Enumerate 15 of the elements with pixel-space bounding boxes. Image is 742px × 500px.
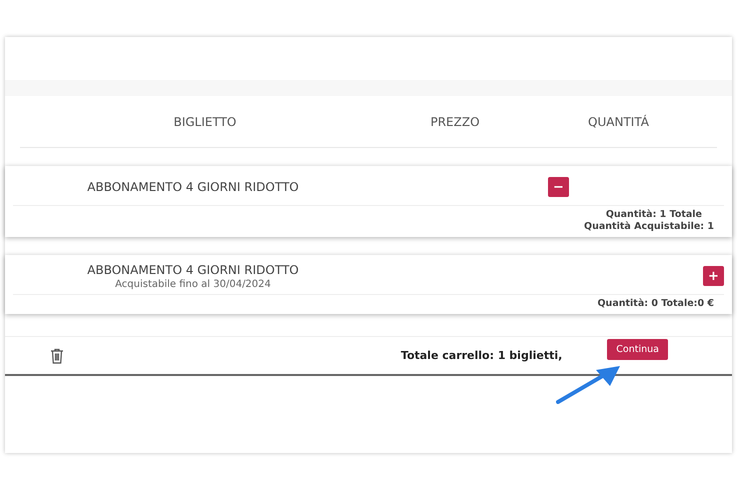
column-header: BIGLIETTO [172, 114, 238, 128]
ticket-name: ABBONAMENTO 4 GIORNI RIDOTTO [87, 262, 299, 276]
remove-button[interactable]: − [548, 177, 569, 197]
cart-total: Totale carrello: 1 biglietti, [400, 349, 562, 362]
column-header: QUANTITÁ [587, 114, 650, 128]
column-header: PREZZO [429, 114, 481, 128]
annotation-arrow [556, 364, 622, 404]
quantity-summary: Quantità: 0 Totale:0 € [597, 298, 714, 309]
availability-note: Acquistabile fino al 30/04/2024 [115, 278, 271, 290]
trash-icon[interactable] [50, 348, 64, 364]
continue-button[interactable]: Continua [607, 339, 668, 360]
quantity-summary: Quantità: 1 Totale [606, 209, 702, 220]
ticket-name: ABBONAMENTO 4 GIORNI RIDOTTO [87, 180, 299, 194]
quantity-summary: Quantità Acquistabile: 1 [584, 221, 714, 232]
add-button[interactable]: + [703, 266, 724, 286]
